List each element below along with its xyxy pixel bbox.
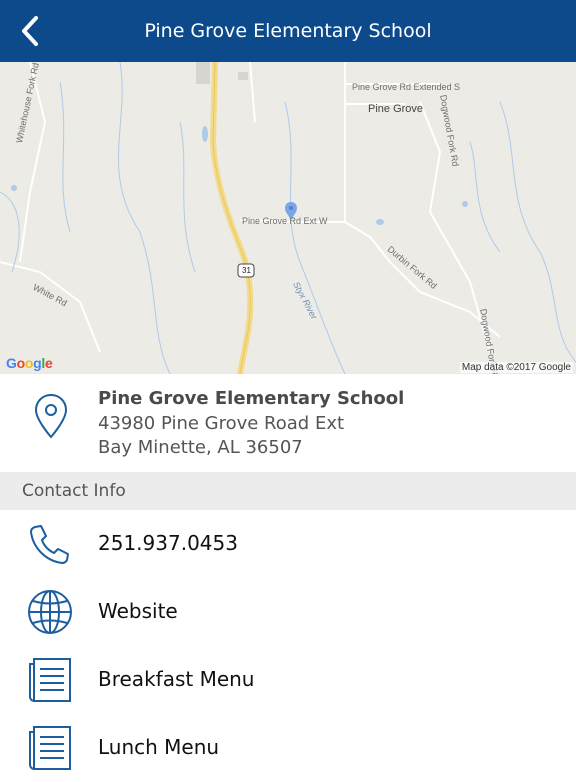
map-label: Pine Grove Rd Extended S — [352, 82, 461, 92]
street-address: 43980 Pine Grove Road Ext — [98, 413, 345, 434]
map-attribution: Map data ©2017 Google — [459, 362, 573, 373]
highway-shield-label: 31 — [242, 266, 251, 275]
section-title: Contact Info — [22, 481, 126, 501]
map-label: Pine Grove Rd Ext W — [242, 216, 328, 226]
contact-info-header: Contact Info — [0, 472, 576, 510]
phone-row[interactable]: 251.937.0453 — [0, 510, 576, 578]
google-logo: Google — [6, 355, 53, 371]
map-view[interactable]: Whitehouse Fork Rd Pine Grove Rd Extende… — [0, 62, 576, 374]
document-icon — [29, 658, 71, 702]
globe-icon — [28, 590, 72, 634]
app-header: Pine Grove Elementary School — [0, 0, 576, 62]
document-icon — [29, 726, 71, 770]
location-pin-icon — [34, 393, 68, 439]
school-address[interactable]: Pine Grove Elementary School 43980 Pine … — [0, 374, 576, 472]
page-title: Pine Grove Elementary School — [144, 20, 432, 42]
website-link: Website — [98, 599, 178, 623]
phone-number: 251.937.0453 — [98, 531, 238, 555]
lunch-menu-row[interactable]: Lunch Menu — [0, 714, 576, 782]
phone-icon — [30, 525, 69, 564]
breakfast-menu-row[interactable]: Breakfast Menu — [0, 646, 576, 714]
website-row[interactable]: Website — [0, 578, 576, 646]
lunch-menu-label: Lunch Menu — [98, 735, 220, 759]
breakfast-menu-label: Breakfast Menu — [98, 667, 255, 691]
school-name: Pine Grove Elementary School — [98, 388, 405, 409]
map-label: Pine Grove — [368, 103, 424, 115]
city-address: Bay Minette, AL 36507 — [98, 437, 303, 458]
